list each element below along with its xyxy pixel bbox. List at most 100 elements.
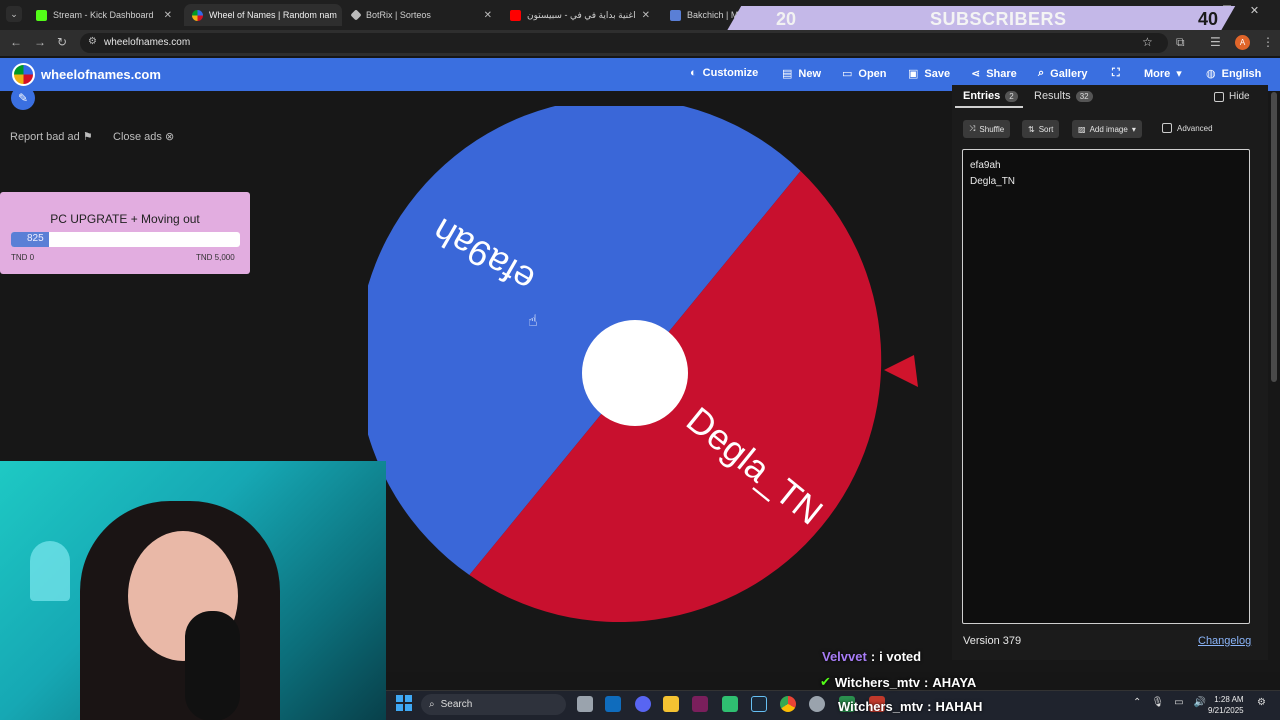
bookmark-star-icon[interactable]: ☆: [1142, 35, 1153, 49]
tab-entries[interactable]: Entries 2: [963, 90, 1018, 102]
chat-username: Witchers_mtv: [838, 699, 924, 714]
close-tab-icon[interactable]: ✕: [164, 10, 172, 21]
chat-separator: :: [870, 649, 876, 664]
network-icon[interactable]: ▭: [1174, 697, 1183, 708]
browser-tab-active[interactable]: Wheel of Names | Random nam ✕: [184, 4, 342, 26]
goal-max-label: TND 5,000: [196, 253, 235, 262]
shuffle-button[interactable]: ⤨ Shuffle: [963, 120, 1011, 138]
url-field[interactable]: ⚙ wheelofnames.com ☆: [80, 33, 1168, 53]
profile-avatar[interactable]: A: [1235, 35, 1250, 50]
advanced-checkbox[interactable]: Advanced: [1162, 123, 1213, 133]
share-button[interactable]: ⋖ Share: [971, 67, 1017, 81]
streaming-app-icon[interactable]: [692, 696, 708, 712]
close-tab-icon[interactable]: ✕: [484, 10, 492, 21]
hide-checkbox-box[interactable]: [1214, 91, 1224, 102]
wheel-pointer-icon: [884, 355, 918, 387]
share-icon: ⋖: [971, 68, 981, 80]
kick-favicon-icon: [36, 9, 47, 21]
page-scrollbar[interactable]: [1271, 92, 1277, 382]
add-image-button[interactable]: ▨ Add image ▾: [1072, 120, 1142, 138]
forward-icon[interactable]: →: [34, 35, 46, 49]
browser-menu-icon[interactable]: ⋮: [1262, 35, 1274, 49]
steam-icon[interactable]: [751, 696, 767, 712]
taskbar-clock[interactable]: 1:28 AM 9/21/2025: [1208, 694, 1244, 716]
back-icon[interactable]: ←: [10, 35, 22, 49]
browser-tab[interactable]: Stream - Kick Dashboard ✕: [28, 4, 180, 26]
wheel-center-hub[interactable]: [582, 320, 688, 426]
sort-button[interactable]: ⇅ Sort: [1022, 120, 1060, 138]
close-ads-link[interactable]: Close ads ⊗: [113, 130, 174, 143]
kick-app-icon[interactable]: [722, 696, 738, 712]
chat-message: Witchers_mtv : HAHAH: [838, 699, 982, 714]
version-label: Version 379: [963, 635, 1022, 647]
entries-textarea[interactable]: [962, 149, 1250, 624]
file-explorer-icon[interactable]: [663, 696, 679, 712]
globe-icon: ◍: [1206, 68, 1216, 80]
report-bad-ad-link[interactable]: Report bad ad ⚑: [10, 130, 93, 143]
site-logo-text[interactable]: wheelofnames.com: [41, 67, 161, 82]
microphone-icon[interactable]: 🎙: [1151, 697, 1164, 708]
sort-label: Sort: [1038, 124, 1054, 134]
palette-icon: ◐: [690, 67, 697, 79]
close-ads-label: Close ads: [113, 131, 162, 143]
outlook-icon[interactable]: [605, 696, 621, 712]
taskbar-search-box[interactable]: ⌕ Search: [421, 694, 566, 715]
windows-start-icon[interactable]: [396, 695, 412, 711]
site-info-icon[interactable]: ⚙: [88, 36, 97, 47]
mouse-cursor-icon: ☝: [528, 313, 538, 330]
reload-icon[interactable]: ↻: [57, 35, 67, 49]
advanced-checkbox-box[interactable]: [1162, 123, 1172, 133]
youtube-favicon-icon: [510, 9, 521, 21]
verified-badge-icon: ✔: [820, 674, 831, 689]
hide-checkbox[interactable]: Hide: [1214, 91, 1250, 102]
more-button[interactable]: More ▾: [1144, 67, 1182, 81]
chat-separator: :: [924, 674, 929, 690]
browser-tab-title: اغنية بداية في في - سبيستون: [527, 9, 636, 20]
task-view-icon[interactable]: [577, 696, 593, 712]
wheel-of-names[interactable]: efa9ah Degla_TN: [368, 106, 902, 640]
flag-icon: ⚑: [82, 131, 93, 143]
language-button[interactable]: ◍ English: [1206, 67, 1261, 81]
obs-icon[interactable]: [809, 696, 825, 712]
menu-label: More: [1144, 67, 1171, 80]
image-icon: ▨: [1078, 124, 1086, 134]
chrome-icon[interactable]: [780, 696, 796, 712]
browser-tab[interactable]: اغنية بداية في في - سبيستون ✕: [502, 4, 658, 26]
gallery-button[interactable]: ⌕ Gallery: [1038, 67, 1087, 80]
chevron-up-icon[interactable]: ⌃: [1133, 697, 1141, 708]
discord-icon[interactable]: [635, 696, 651, 712]
close-tab-icon[interactable]: ✕: [642, 10, 650, 21]
settings-icon[interactable]: ⚙: [1257, 697, 1266, 708]
browser-tab[interactable]: BotRix | Sorteos ✕: [344, 4, 500, 26]
webcam-microphone: [185, 611, 240, 720]
save-button[interactable]: ▣ Save: [908, 67, 951, 81]
chevron-down-icon: ▾: [1176, 68, 1182, 80]
report-ad-label: Report bad ad: [10, 131, 80, 143]
logo-wheel-icon[interactable]: [12, 63, 35, 86]
wheel-favicon-icon: [192, 9, 203, 21]
chat-separator: :: [927, 699, 932, 714]
menu-label: Customize: [702, 67, 759, 79]
new-button[interactable]: ▤ New: [782, 67, 821, 81]
customize-button[interactable]: ◐ Customize: [690, 67, 758, 79]
open-button[interactable]: ▭ Open: [842, 67, 887, 81]
reading-list-icon[interactable]: ☰: [1210, 35, 1221, 49]
edit-pencil-icon[interactable]: ✎: [11, 86, 35, 110]
extensions-icon[interactable]: ⧉: [1176, 35, 1185, 50]
volume-icon[interactable]: 🔊: [1194, 697, 1206, 708]
chat-text: AHAYA: [932, 674, 977, 690]
tab-search-button[interactable]: ⌄: [6, 6, 22, 22]
fullscreen-button[interactable]: ⛶: [1112, 67, 1120, 80]
search-icon: ⌕: [429, 699, 435, 710]
changelog-link[interactable]: Changelog: [1198, 635, 1251, 647]
close-window-icon[interactable]: ✕: [1250, 4, 1259, 17]
fullscreen-icon: ⛶: [1112, 67, 1120, 79]
chat-text: HAHAH: [935, 699, 983, 714]
menu-label: Save: [924, 67, 951, 80]
menu-label: Share: [986, 67, 1017, 80]
tab-results[interactable]: Results 32: [1034, 90, 1093, 102]
folder-icon: ▭: [842, 68, 853, 80]
entry-line: efa9ah: [970, 160, 1001, 171]
subscriber-goal-label: SUBSCRIBERS: [930, 9, 1067, 29]
add-image-label: Add image: [1089, 124, 1128, 134]
